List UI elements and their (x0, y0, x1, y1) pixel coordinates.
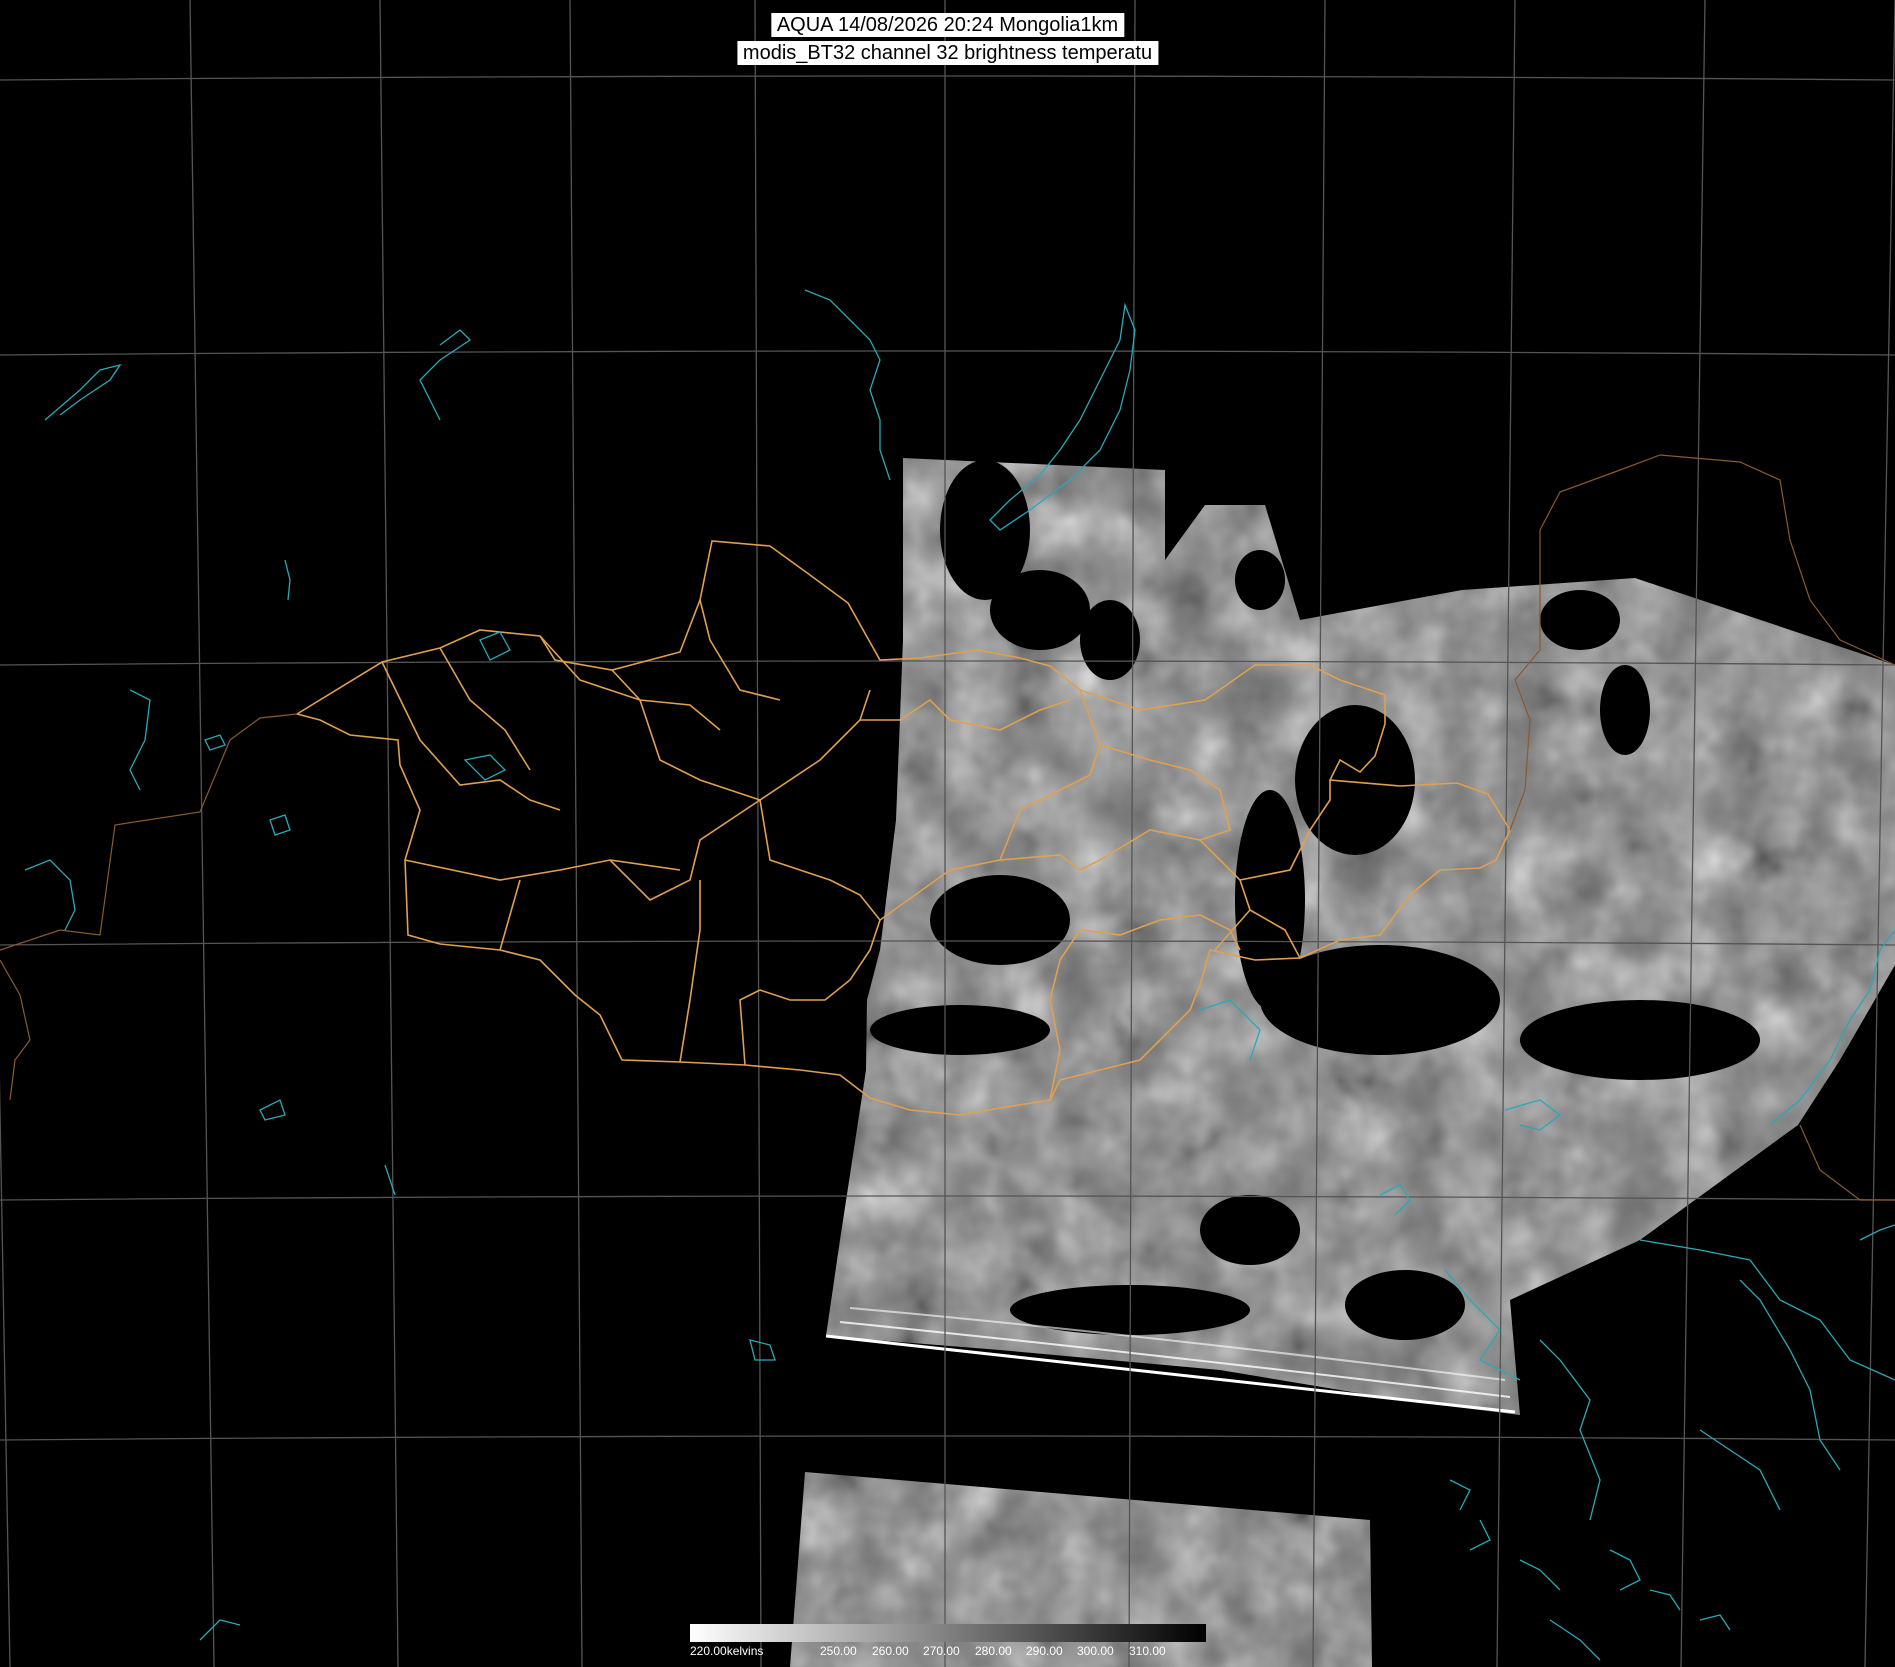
satellite-map (0, 0, 1895, 1667)
colorbar-tick-label: 280.00 (975, 1644, 1012, 1658)
title-line-2: modis_BT32 channel 32 brightness tempera… (736, 41, 1159, 65)
colorbar-min-label: 220.00kelvins (690, 1644, 764, 1658)
title-line-1: AQUA 14/08/2026 20:24 Mongolia1km (770, 13, 1125, 37)
colorbar-tick-label: 260.00 (872, 1644, 909, 1658)
colorbar-tick-label: 250.00 (820, 1644, 857, 1658)
colorbar-tick-label: 310.00 (1129, 1644, 1166, 1658)
colorbar-tick-label: 290.00 (1026, 1644, 1063, 1658)
colorbar-ramp (690, 1624, 1206, 1642)
colorbar-legend: 220.00kelvins 250.00 260.00 270.00 280.0… (690, 1624, 1206, 1658)
colorbar-tick-label: 300.00 (1077, 1644, 1114, 1658)
colorbar-tick-label: 270.00 (923, 1644, 960, 1658)
